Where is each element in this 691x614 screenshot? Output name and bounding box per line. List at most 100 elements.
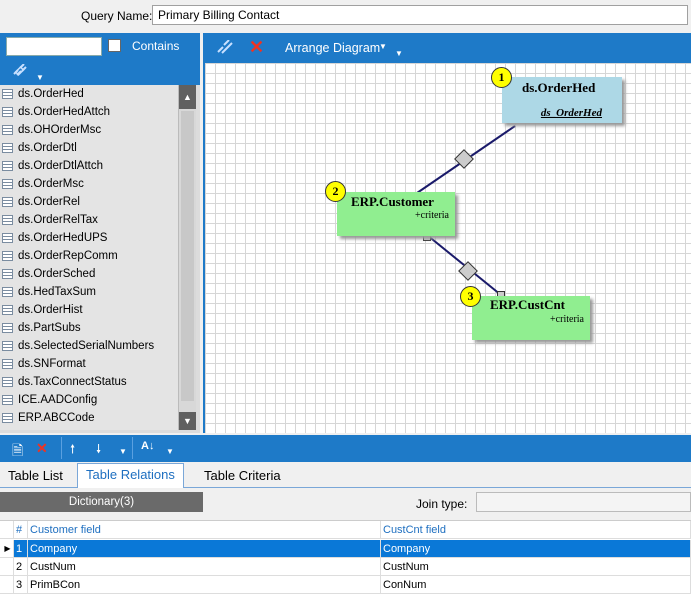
- list-item[interactable]: ds.OHOrderMsc: [0, 121, 178, 139]
- list-item-label: ds.OrderDtlAttch: [18, 160, 103, 172]
- list-item-label: ds.OrderHed: [18, 88, 84, 100]
- tab-table-relations[interactable]: Table Relations: [77, 463, 184, 489]
- list-item-label: ds.OrderSched: [18, 268, 96, 280]
- table-icon: [2, 197, 13, 207]
- diagram-node-custcnt[interactable]: ERP.CustCnt +criteria: [472, 296, 590, 340]
- grid-corner: [0, 521, 14, 539]
- table-icon: [2, 233, 13, 243]
- customer-field-cell[interactable]: Company: [28, 540, 381, 558]
- customer-field-cell[interactable]: CustNum: [28, 558, 381, 576]
- list-item[interactable]: ds.OrderHed: [0, 85, 178, 103]
- scroll-thumb[interactable]: [181, 111, 194, 401]
- diagram-toolbar: ✕ Arrange Diagram ▼ ▼: [203, 33, 691, 63]
- diagram-canvas[interactable]: ds.OrderHed ds_OrderHed 1 ERP.Customer +…: [203, 63, 691, 454]
- node-criteria[interactable]: +criteria: [415, 210, 449, 221]
- scroll-down-icon[interactable]: ▼: [179, 412, 196, 430]
- list-item[interactable]: ICE.AADConfig: [0, 391, 178, 409]
- dictionary-button[interactable]: Dictionary(3): [0, 492, 203, 512]
- table-icon: [2, 305, 13, 315]
- table-row[interactable]: ▶ 1 Company Company: [0, 540, 691, 558]
- list-item[interactable]: ds.OrderRel: [0, 193, 178, 211]
- contains-label: Contains: [132, 39, 180, 53]
- move-up-icon[interactable]: 🠕: [70, 440, 75, 461]
- list-item[interactable]: ds.OrderSched: [0, 265, 178, 283]
- table-list-scrollbar[interactable]: ▲ ▼: [178, 85, 196, 430]
- sort-az-icon[interactable]: A↓: [141, 440, 154, 452]
- list-item[interactable]: ds.SNFormat: [0, 355, 178, 373]
- link-icon[interactable]: [12, 64, 28, 78]
- toolbar-separator: [61, 437, 62, 459]
- contains-checkbox[interactable]: [108, 39, 121, 52]
- list-item[interactable]: ds.OrderHist: [0, 301, 178, 319]
- table-row[interactable]: 2 CustNum CustNum: [0, 558, 691, 576]
- table-icon: [2, 179, 13, 189]
- chevron-down-icon[interactable]: ▼: [119, 447, 127, 456]
- tab-bar: Table List Table Relations Table Criteri…: [0, 462, 691, 489]
- list-item[interactable]: ds.SelectedSerialNumbers: [0, 337, 178, 355]
- query-name-label: Query Name:: [81, 9, 153, 23]
- table-icon: [2, 107, 13, 117]
- grid-header-number[interactable]: #: [14, 521, 28, 539]
- tab-table-criteria[interactable]: Table Criteria: [196, 465, 289, 489]
- node-badge: 2: [325, 181, 346, 202]
- list-item-label: ICE.AADConfig: [18, 394, 98, 406]
- grid-header-custcnt-field[interactable]: CustCnt field: [381, 521, 691, 539]
- query-name-input[interactable]: [152, 5, 688, 25]
- custcnt-field-cell[interactable]: ConNum: [381, 576, 691, 594]
- chevron-down-icon[interactable]: ▼: [395, 49, 403, 58]
- node-badge: 1: [491, 67, 512, 88]
- scroll-up-icon[interactable]: ▲: [179, 85, 196, 109]
- list-item[interactable]: ds.PartSubs: [0, 319, 178, 337]
- chevron-down-icon[interactable]: ▼: [379, 42, 387, 51]
- link-icon[interactable]: [215, 40, 235, 56]
- list-item-label: ds.OrderRel: [18, 196, 80, 208]
- list-item[interactable]: ERP.ABCCode: [0, 409, 178, 427]
- row-number: 3: [14, 576, 28, 594]
- table-icon: [2, 269, 13, 279]
- table-row[interactable]: 3 PrimBCon ConNum: [0, 576, 691, 594]
- table-icon: [2, 377, 13, 387]
- list-item[interactable]: ds.TaxConnectStatus: [0, 373, 178, 391]
- row-selector[interactable]: [0, 576, 14, 594]
- list-item[interactable]: ds.OrderHedAttch: [0, 103, 178, 121]
- table-icon: [2, 395, 13, 405]
- relations-grid: # Customer field CustCnt field ▶ 1 Compa…: [0, 520, 691, 614]
- delete-icon[interactable]: ✕: [249, 38, 265, 56]
- arrange-diagram-button[interactable]: Arrange Diagram: [285, 41, 380, 55]
- move-down-icon[interactable]: 🠗: [96, 440, 101, 461]
- table-icon: [2, 143, 13, 153]
- node-title: ERP.Customer: [351, 194, 434, 209]
- new-icon[interactable]: 🗎: [12, 440, 23, 464]
- list-item[interactable]: ds.OrderRepComm: [0, 247, 178, 265]
- tab-table-list[interactable]: Table List: [0, 465, 71, 489]
- node-criteria[interactable]: +criteria: [550, 314, 584, 325]
- list-item[interactable]: ds.HedTaxSum: [0, 283, 178, 301]
- node-title: ERP.CustCnt: [490, 297, 566, 312]
- list-item[interactable]: ds.OrderDtlAttch: [0, 157, 178, 175]
- list-item[interactable]: ds.OrderDtl: [0, 139, 178, 157]
- diagram-node-customer[interactable]: ERP.Customer +criteria: [337, 192, 455, 236]
- table-icon: [2, 341, 13, 351]
- table-search-input[interactable]: [6, 37, 102, 56]
- delete-icon[interactable]: ✕: [36, 440, 48, 457]
- customer-field-cell[interactable]: PrimBCon: [28, 576, 381, 594]
- toolbar-separator: [132, 437, 133, 459]
- join-type-select[interactable]: [476, 492, 691, 512]
- list-item[interactable]: ds.OrderRelTax: [0, 211, 178, 229]
- row-selector-icon[interactable]: ▶: [0, 540, 14, 558]
- list-item[interactable]: ds.OrderMsc: [0, 175, 178, 193]
- chevron-down-icon[interactable]: ▼: [166, 447, 174, 456]
- node-title: ds.OrderHed: [522, 80, 596, 95]
- custcnt-field-cell[interactable]: Company: [381, 540, 691, 558]
- list-item-label: ds.OHOrderMsc: [18, 124, 102, 136]
- table-icon: [2, 215, 13, 225]
- row-selector[interactable]: [0, 558, 14, 576]
- chevron-down-icon[interactable]: ▼: [36, 73, 44, 82]
- join-type-label: Join type:: [416, 497, 468, 511]
- table-icon: [2, 161, 13, 171]
- list-item[interactable]: ds.OrderHedUPS: [0, 229, 178, 247]
- diagram-node-orderhed[interactable]: ds.OrderHed ds_OrderHed: [502, 77, 622, 123]
- grid-header-customer-field[interactable]: Customer field: [28, 521, 381, 539]
- list-item-label: ds.OrderHist: [18, 304, 83, 316]
- custcnt-field-cell[interactable]: CustNum: [381, 558, 691, 576]
